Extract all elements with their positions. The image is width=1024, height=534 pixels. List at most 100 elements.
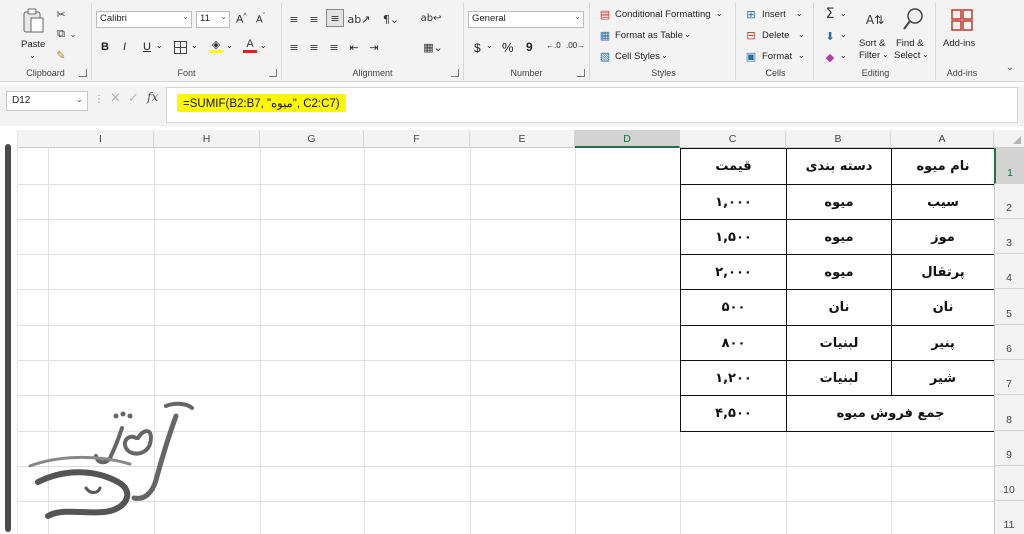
cancel-icon[interactable]: ✕ xyxy=(110,91,121,106)
fill-color-dropdown-icon[interactable]: ⌄ xyxy=(226,41,233,50)
row-header-5[interactable]: 5 xyxy=(994,289,1024,325)
number-format-select[interactable]: General ⌄ xyxy=(468,11,584,28)
row-header-8[interactable]: 8 xyxy=(994,395,1024,431)
copy-dropdown-icon[interactable]: ⌄ xyxy=(68,27,78,41)
find-select-dropdown-icon[interactable]: ⌄ xyxy=(922,50,929,59)
font-size-select[interactable]: 11 ⌄ xyxy=(196,11,230,28)
cell-styles-button[interactable]: Cell Styles xyxy=(615,51,660,62)
font-name-select[interactable]: Calibri ⌄ xyxy=(96,11,192,28)
column-header-a[interactable]: A xyxy=(891,130,994,148)
font-color-dropdown-icon[interactable]: ⌄ xyxy=(260,41,267,50)
row-header-1[interactable]: 1 xyxy=(994,148,1024,184)
cell-c4[interactable]: ۲,۰۰۰ xyxy=(680,254,787,290)
format-as-table-dropdown-icon[interactable]: ⌄ xyxy=(684,30,691,39)
currency-dropdown-icon[interactable]: ⌄ xyxy=(486,41,493,50)
cell-c1[interactable]: قیمت xyxy=(680,148,787,185)
decrease-indent-icon[interactable]: ⇤ xyxy=(346,39,362,55)
sort-filter-label-2[interactable]: Filter xyxy=(859,50,880,61)
paste-icon[interactable] xyxy=(20,7,46,35)
cell-b2[interactable]: میوه xyxy=(786,184,892,220)
sort-filter-dropdown-icon[interactable]: ⌄ xyxy=(882,50,889,59)
align-bottom-icon[interactable]: ≡ xyxy=(326,9,344,27)
enter-icon[interactable]: ✓ xyxy=(128,91,139,106)
cell-a6[interactable]: پنیر xyxy=(891,325,994,361)
column-header-h[interactable]: H xyxy=(154,130,260,148)
cell-b1[interactable]: دسته بندی xyxy=(786,148,892,185)
number-launcher-icon[interactable] xyxy=(577,69,585,77)
borders-icon[interactable] xyxy=(172,39,188,55)
sort-filter-label-1[interactable]: Sort & xyxy=(859,38,885,49)
cell-c5[interactable]: ۵۰۰ xyxy=(680,289,787,326)
cut-icon[interactable]: ✂ xyxy=(54,7,68,21)
increase-decimal-button[interactable]: ←.0 xyxy=(546,41,561,50)
row-header-7[interactable]: 7 xyxy=(994,360,1024,395)
insert-dropdown-icon[interactable]: ⌄ xyxy=(796,9,803,18)
sort-filter-icon[interactable]: A⇅ xyxy=(862,7,888,33)
row-header-3[interactable]: 3 xyxy=(994,219,1024,254)
decrease-decimal-button[interactable]: .00→ xyxy=(566,41,585,50)
conditional-formatting-button[interactable]: Conditional Formatting xyxy=(615,9,711,20)
clear-icon[interactable]: ◆ xyxy=(822,49,838,65)
column-header-g[interactable]: G xyxy=(260,130,364,148)
bold-button[interactable]: B xyxy=(101,41,109,53)
merge-center-icon[interactable]: ▦⌄ xyxy=(422,39,444,55)
insert-button[interactable]: Insert xyxy=(762,9,786,20)
column-header-e[interactable]: E xyxy=(470,130,575,148)
format-button[interactable]: Format xyxy=(762,51,792,62)
align-left-icon[interactable]: ≡ xyxy=(286,39,302,55)
underline-dropdown-icon[interactable]: ⌄ xyxy=(156,41,163,50)
format-painter-icon[interactable]: ✎ xyxy=(54,48,68,62)
column-header-d[interactable]: D xyxy=(575,130,680,148)
cell-c8[interactable]: ۴,۵۰۰ xyxy=(680,395,787,432)
scrollbar-thumb[interactable] xyxy=(5,144,11,532)
cell-styles-dropdown-icon[interactable]: ⌄ xyxy=(661,51,668,60)
find-select-label-1[interactable]: Find & xyxy=(896,38,923,49)
select-all-button[interactable] xyxy=(994,130,1024,148)
format-as-table-button[interactable]: Format as Table xyxy=(615,30,683,41)
collapse-ribbon-icon[interactable]: ⌄ xyxy=(1006,62,1014,73)
cell-c7[interactable]: ۱,۲۰۰ xyxy=(680,360,787,396)
insert-function-button[interactable]: fx xyxy=(147,90,158,104)
wrap-text-icon[interactable]: ab↩ xyxy=(421,9,442,27)
align-top-icon[interactable]: ≡ xyxy=(286,11,302,27)
conditional-formatting-dropdown-icon[interactable]: ⌄ xyxy=(716,9,723,18)
cell-a4[interactable]: پرتقال xyxy=(891,254,994,290)
cell-b5[interactable]: نان xyxy=(786,289,892,326)
currency-button[interactable]: $ xyxy=(474,41,481,55)
column-header-b[interactable]: B xyxy=(786,130,891,148)
cell-b7[interactable]: لبنیات xyxy=(786,360,892,396)
clear-dropdown-icon[interactable]: ⌄ xyxy=(840,51,847,60)
cell-b3[interactable]: میوه xyxy=(786,219,892,255)
cell-c6[interactable]: ۸۰۰ xyxy=(680,325,787,361)
cell-a1[interactable]: نام میوه xyxy=(891,148,994,185)
cell-b6[interactable]: لبنیات xyxy=(786,325,892,361)
row-header-9[interactable]: 9 xyxy=(994,431,1024,466)
row-header-11[interactable]: 11 xyxy=(994,501,1024,534)
row-header-4[interactable]: 4 xyxy=(994,254,1024,289)
format-dropdown-icon[interactable]: ⌄ xyxy=(798,51,805,60)
column-header-c[interactable]: C xyxy=(680,130,786,148)
addins-button[interactable]: Add-ins xyxy=(943,38,975,49)
font-launcher-icon[interactable] xyxy=(269,69,277,77)
cell-a7[interactable]: شیر xyxy=(891,360,994,396)
increase-font-button[interactable]: A^ xyxy=(236,13,247,26)
orientation-icon[interactable]: ab↗ xyxy=(348,11,371,27)
addins-icon[interactable] xyxy=(950,7,974,33)
percent-button[interactable]: % xyxy=(502,40,514,55)
paste-dropdown-icon[interactable]: ⌄ xyxy=(29,51,36,60)
delete-button[interactable]: Delete xyxy=(762,30,789,41)
align-center-icon[interactable]: ≡ xyxy=(306,39,322,55)
copy-icon[interactable]: ⧉ xyxy=(54,27,68,41)
align-right-icon[interactable]: ≡ xyxy=(326,39,342,55)
column-header-f[interactable]: F xyxy=(364,130,470,148)
formula-input[interactable]: =SUMIF(B2:B7, "میوه", C2:C7) xyxy=(166,87,1018,123)
underline-button[interactable]: U xyxy=(143,41,151,53)
borders-dropdown-icon[interactable]: ⌄ xyxy=(191,41,198,50)
increase-indent-icon[interactable]: ⇥ xyxy=(366,39,382,55)
cell-a3[interactable]: موز xyxy=(891,219,994,255)
find-select-icon[interactable] xyxy=(900,5,926,33)
worksheet-grid[interactable]: I H G F E D C B A 1 2 3 4 5 6 7 8 9 10 1… xyxy=(0,130,1024,534)
vertical-scrollbar[interactable] xyxy=(0,130,18,534)
cell-c3[interactable]: ۱,۵۰۰ xyxy=(680,219,787,255)
decrease-font-button[interactable]: Aˇ xyxy=(256,13,265,25)
